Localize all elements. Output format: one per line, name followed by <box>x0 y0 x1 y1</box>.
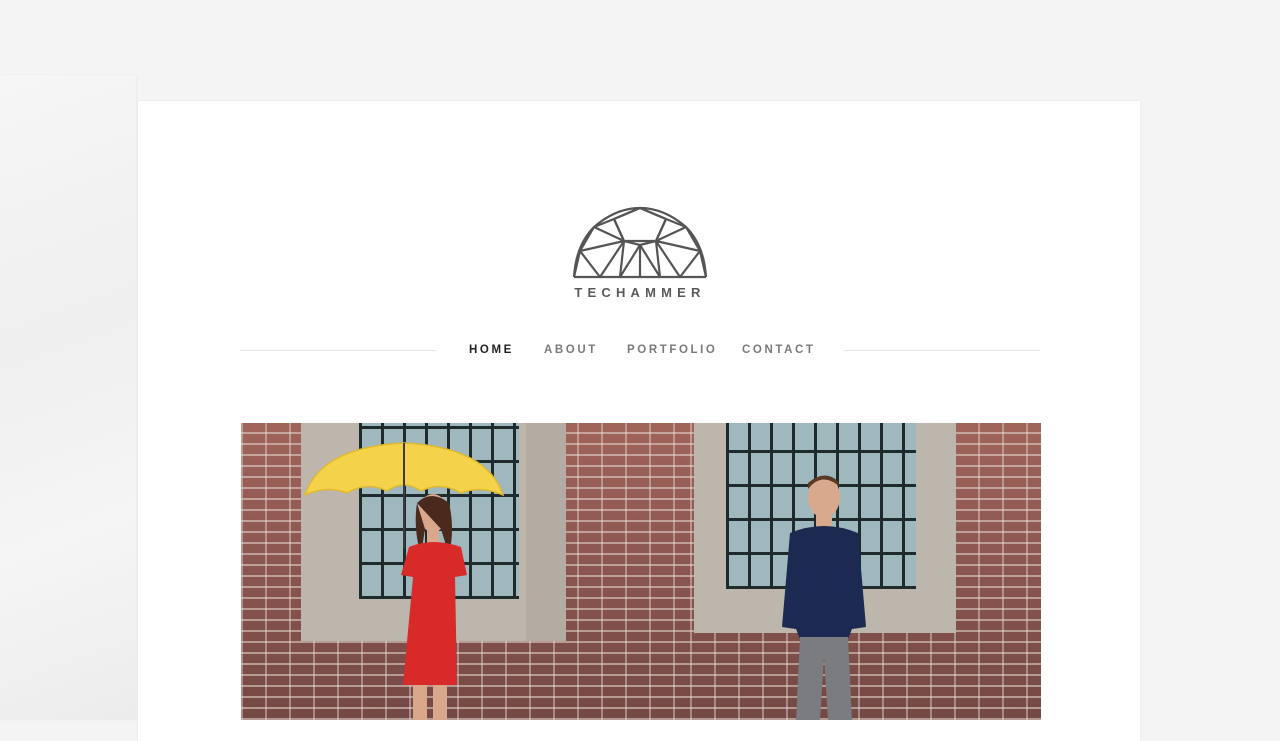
nav-about-link[interactable]: ABOUT <box>542 343 600 357</box>
man-in-navy-sweater-photo[interactable] <box>690 423 1041 720</box>
nav-portfolio-link[interactable]: PORTFOLIO <box>625 343 719 357</box>
nav-contact-link[interactable]: CONTACT <box>740 343 818 357</box>
woman-with-umbrella-photo[interactable] <box>241 423 690 720</box>
woman-in-red-dress-figure <box>401 494 467 720</box>
nav-divider-left <box>240 350 436 351</box>
nav-home-link[interactable]: HOME <box>467 343 516 357</box>
wall-pillar <box>526 423 566 641</box>
site-logo[interactable]: TECHAMMER <box>566 205 712 301</box>
geodesic-dome-icon <box>572 206 708 279</box>
side-panel[interactable] <box>0 75 136 720</box>
site-logo-wordmark: TECHAMMER <box>574 285 706 300</box>
nav-divider-right <box>844 350 1040 351</box>
main-navigation: HOME ABOUT PORTFOLIO CONTACT <box>240 332 1040 368</box>
photo-gallery <box>241 423 1041 720</box>
man-in-navy-sweater-figure <box>782 475 866 720</box>
